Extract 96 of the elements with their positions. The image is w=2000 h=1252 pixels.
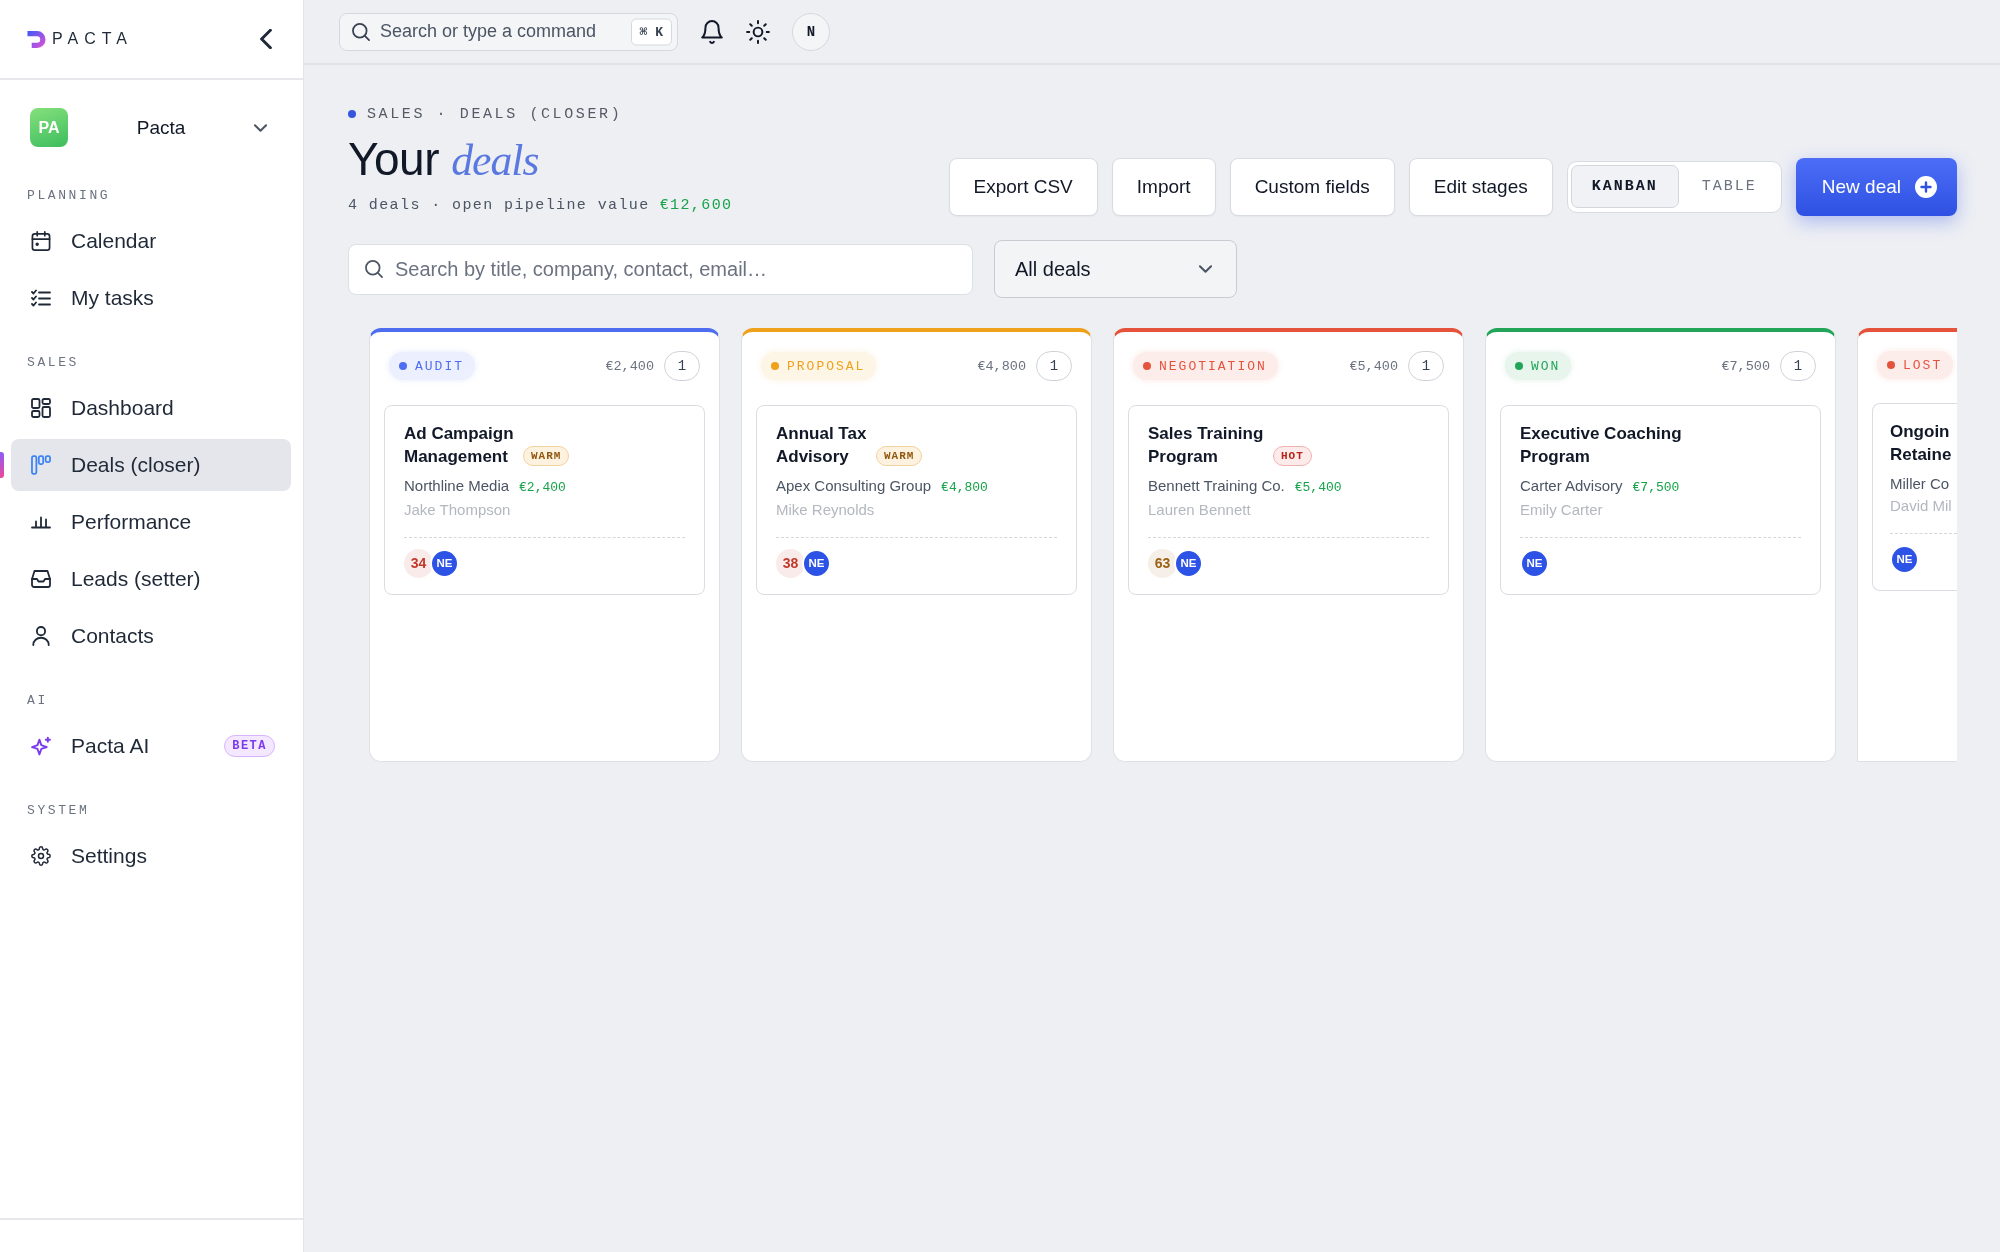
- deal-title: Executive Coaching Program: [1520, 423, 1683, 468]
- deal-amount: €4,800: [941, 479, 988, 497]
- sidebar-item[interactable]: Leads (setter): [11, 553, 291, 605]
- settings-icon: [31, 846, 51, 866]
- owner-avatar: NE: [1890, 544, 1919, 574]
- plus-circle-icon: [1915, 176, 1937, 198]
- breadcrumb: SALES · DEALS (CLOSER): [367, 105, 623, 123]
- checklist-icon: [31, 288, 51, 308]
- deal-title: Ad Campaign Management: [404, 423, 515, 468]
- deal-title: Annual Tax Advisory: [776, 423, 868, 468]
- action-button[interactable]: Export CSV: [948, 158, 1098, 216]
- deal-title: Sales Training Program: [1148, 423, 1265, 468]
- deal-title: Ongoin Retaine: [1890, 421, 1953, 466]
- collapse-sidebar-button[interactable]: [259, 28, 273, 50]
- lead-score: 38: [776, 548, 805, 578]
- active-indicator: [0, 452, 4, 478]
- company-name: Bennett Training Co.: [1148, 476, 1285, 496]
- owner-avatar: NE: [430, 548, 459, 578]
- action-button[interactable]: Edit stages: [1408, 158, 1553, 216]
- contact-name: Lauren Bennett: [1148, 500, 1252, 520]
- sidebar-item[interactable]: Dashboard: [11, 382, 291, 434]
- search-icon: [365, 260, 383, 278]
- section-label: PLANNING: [27, 187, 112, 205]
- contact-name: Emily Carter: [1520, 500, 1604, 520]
- column-total: €4,800: [977, 358, 1026, 374]
- kanban-icon: [31, 455, 51, 475]
- workspace-name: Pacta: [135, 116, 187, 139]
- contact-name: Mike Reynolds: [776, 500, 876, 520]
- logo-mark-icon: [27, 30, 46, 48]
- action-button[interactable]: Custom fields: [1229, 158, 1395, 216]
- sidebar-item[interactable]: Settings: [11, 830, 291, 882]
- owner-avatar: NE: [802, 548, 831, 578]
- contact-name: Jake Thompson: [404, 500, 512, 520]
- column-total: €5,400: [1349, 358, 1398, 374]
- deal-card[interactable]: Ongoin Retaine Miller Co David Mil NE: [1872, 403, 1957, 591]
- sun-icon[interactable]: [746, 19, 770, 44]
- sparkle-icon: [31, 736, 51, 756]
- owner-avatar: NE: [1174, 548, 1203, 578]
- column-total: €2,400: [605, 358, 654, 374]
- chevron-left-icon: [260, 29, 272, 49]
- section-label: SALES: [27, 354, 80, 372]
- new-deal-button[interactable]: New deal: [1795, 158, 1957, 216]
- search-icon: [352, 22, 370, 41]
- dashboard-grid-icon: [31, 398, 51, 418]
- breadcrumb-dot-icon: [348, 110, 356, 118]
- section-label: AI: [27, 692, 49, 710]
- person-icon: [31, 626, 51, 646]
- priority-tag: WARM: [876, 446, 923, 466]
- deal-card[interactable]: Annual Tax Advisory WARM Apex Consulting Group €4,800 Mike Reynolds 38 NE: [756, 405, 1077, 595]
- deal-summary: 4 deals · open pipeline value: [348, 196, 650, 216]
- workspace-avatar: PA: [30, 108, 68, 147]
- deal-filter-dropdown[interactable]: All deals: [994, 240, 1237, 298]
- column-total: €7,500: [1721, 358, 1770, 374]
- beta-badge: BETA: [224, 735, 275, 757]
- sidebar-item[interactable]: My tasks: [11, 272, 291, 324]
- deal-search-field[interactable]: Search by title, company, contact, email…: [348, 243, 973, 295]
- contact-name: David Mil: [1890, 496, 1953, 516]
- owner-avatar: NE: [1520, 548, 1549, 578]
- sidebar-item[interactable]: Contacts: [11, 610, 291, 662]
- view-tab[interactable]: KANBAN: [1570, 165, 1679, 208]
- view-tab[interactable]: TABLE: [1680, 165, 1778, 208]
- deal-card[interactable]: Executive Coaching Program Carter Advisory €7,500 Emily Carter NE: [1500, 405, 1821, 595]
- calendar-icon: [31, 231, 51, 251]
- company-name: Northline Media: [404, 476, 510, 496]
- sidebar-item[interactable]: Performance: [11, 496, 291, 548]
- priority-tag: WARM: [523, 446, 570, 466]
- page-title: Your deals: [348, 132, 540, 187]
- pipeline-value: €12,600: [659, 196, 733, 216]
- section-label: SYSTEM: [27, 802, 91, 820]
- stage-name: WON: [1531, 358, 1561, 374]
- stage-name: NEGOTIATION: [1159, 358, 1267, 374]
- inbox-icon: [31, 569, 51, 589]
- chevron-down-icon: [254, 123, 267, 132]
- stage-name: AUDIT: [415, 358, 464, 374]
- bell-icon[interactable]: [700, 19, 724, 44]
- company-name: Apex Consulting Group: [776, 476, 932, 496]
- logo-text: PACTA: [52, 30, 133, 48]
- chevron-down-icon: [1199, 265, 1212, 273]
- lead-score: 34: [404, 548, 433, 578]
- sidebar-item[interactable]: Calendar: [11, 215, 291, 267]
- deal-card[interactable]: Sales Training Program HOT Bennett Training Co. €5,400 Lauren Bennett 63 NE: [1128, 405, 1449, 595]
- company-name: Carter Advisory: [1520, 476, 1623, 496]
- lead-score: 63: [1148, 548, 1177, 578]
- deal-amount: €5,400: [1294, 479, 1342, 497]
- stage-name: PROPOSAL: [787, 358, 866, 374]
- workspace-switcher[interactable]: PA Pacta: [30, 108, 267, 147]
- deal-card[interactable]: Ad Campaign Management WARM Northline Media €2,400 Jake Thompson 34 NE: [384, 405, 705, 595]
- sidebar-item[interactable]: Pacta AI BETA: [11, 720, 291, 772]
- deal-amount: €2,400: [519, 479, 566, 497]
- user-avatar[interactable]: N: [792, 12, 830, 51]
- deal-amount: €7,500: [1632, 479, 1680, 497]
- stage-name: LOST: [1903, 357, 1943, 373]
- action-button[interactable]: Import: [1111, 158, 1216, 216]
- priority-tag: HOT: [1273, 446, 1312, 466]
- company-name: Miller Co: [1890, 474, 1950, 494]
- shortcut-key: ⌘ K: [630, 18, 672, 45]
